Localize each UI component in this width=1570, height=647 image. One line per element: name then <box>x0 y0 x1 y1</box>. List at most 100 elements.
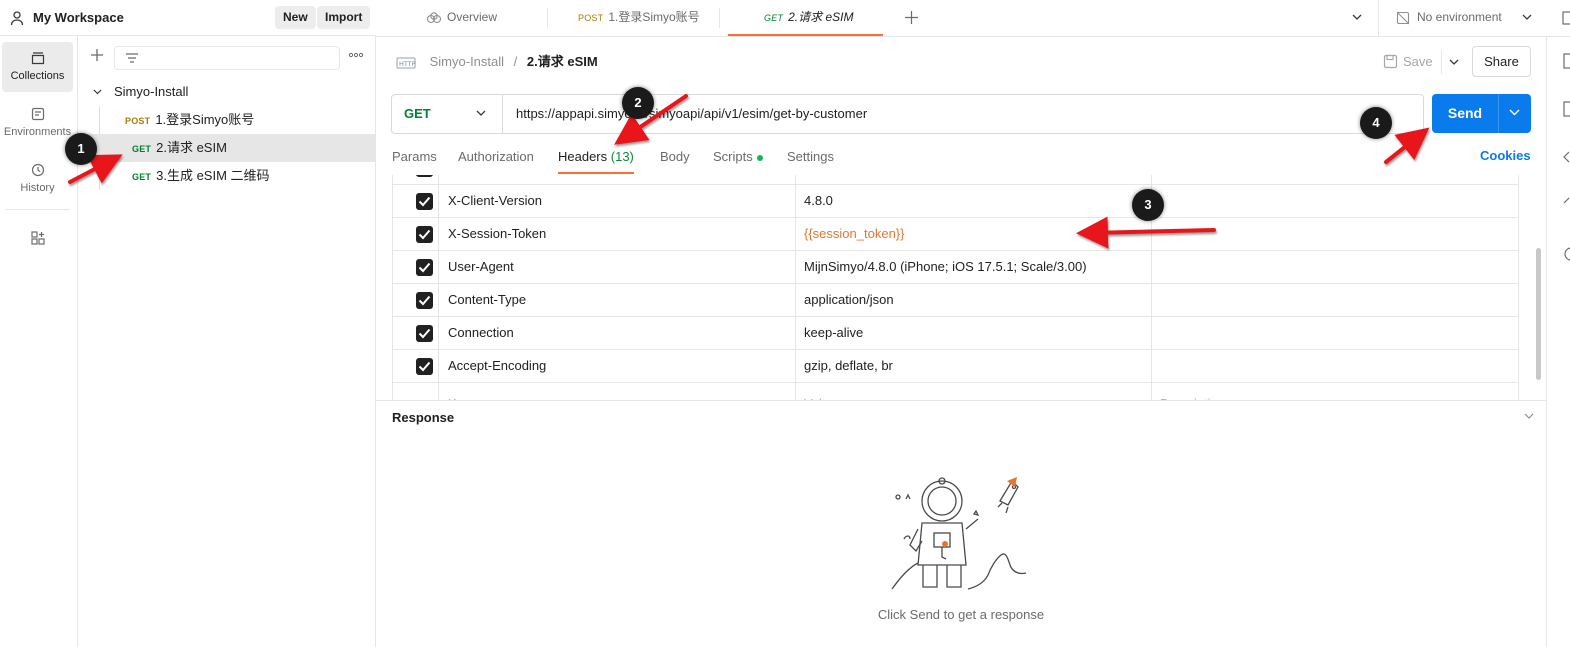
scrollbar[interactable] <box>1536 248 1541 380</box>
save-label: Save <box>1403 54 1433 69</box>
rail-item-environments[interactable]: Environments <box>2 98 73 148</box>
tab-body[interactable]: Body <box>660 148 690 174</box>
no-environment-icon <box>1396 11 1410 25</box>
new-key-input[interactable]: Key <box>448 388 788 400</box>
comments-icon[interactable] <box>1563 101 1570 117</box>
header-value[interactable]: MijnSimyo/4.8.0 (iPhone; iOS 17.5.1; Sca… <box>804 251 1144 283</box>
cookies-link[interactable]: Cookies <box>1480 148 1531 163</box>
header-key[interactable]: X-Client-Version <box>448 185 788 217</box>
right-panel-icon[interactable] <box>1562 11 1570 25</box>
table-row: X-Session-Token {{session_token}} <box>393 218 1518 251</box>
tab-headers[interactable]: Headers (13) <box>558 148 634 174</box>
add-icon[interactable] <box>90 48 104 62</box>
header-enabled-checkbox[interactable] <box>416 325 433 342</box>
new-tab-plus-icon[interactable] <box>905 11 918 24</box>
header-enabled-checkbox[interactable] <box>416 358 433 375</box>
url-input[interactable]: https://appapi.simyo.nl/simyoapi/api/v1/… <box>516 95 867 133</box>
save-options-button[interactable] <box>1441 50 1465 74</box>
url-bar: GET https://appapi.simyo.nl/simyoapi/api… <box>391 94 1424 134</box>
header-key[interactable]: User-Agent <box>448 251 788 283</box>
header-description[interactable] <box>1160 185 1510 217</box>
overview-icon <box>426 12 442 23</box>
workspace-title[interactable]: My Workspace <box>33 10 124 25</box>
tab-request-esim[interactable]: GET 2.请求 eSIM <box>728 0 883 36</box>
chevron-down-icon[interactable] <box>1524 413 1534 420</box>
right-context-bar <box>1546 37 1570 647</box>
request-item[interactable]: POST 1.登录Simyo账号 <box>78 106 376 134</box>
header-value[interactable]: gzip, deflate, br <box>804 350 1144 382</box>
header-value-variable[interactable]: {{session_token}} <box>804 218 1144 250</box>
request-item-selected[interactable]: GET 2.请求 eSIM <box>78 134 376 162</box>
tab-request-login[interactable]: POST 1.登录Simyo账号 <box>578 0 700 36</box>
annotation-arrow-4 <box>1384 127 1430 164</box>
tab-scripts[interactable]: Scripts <box>713 148 763 174</box>
send-button[interactable]: Send <box>1432 94 1531 133</box>
method-select[interactable]: GET <box>392 95 503 133</box>
header-description[interactable] <box>1160 350 1510 382</box>
headers-table: X-Client-Version 4.8.0 X-Session-Token {… <box>392 175 1519 400</box>
tab-params[interactable]: Params <box>392 148 437 174</box>
rail-item-history[interactable]: History <box>2 154 73 204</box>
user-icon <box>10 10 24 25</box>
header-value[interactable]: 4.8.0 <box>804 185 1144 217</box>
header-enabled-checkbox[interactable] <box>416 226 433 243</box>
request-item[interactable]: GET 3.生成 eSIM 二维码 <box>78 162 376 190</box>
new-description-input[interactable]: Description <box>1160 388 1510 400</box>
response-panel: Response Click Send to get a response <box>376 400 1546 647</box>
request-name: 3.生成 eSIM 二维码 <box>156 168 270 183</box>
header-key[interactable]: Connection <box>448 317 788 349</box>
send-label: Send <box>1447 105 1483 121</box>
send-options-chevron-icon[interactable] <box>1509 109 1520 116</box>
tab-settings[interactable]: Settings <box>787 148 834 174</box>
breadcrumb-separator: / <box>513 54 518 69</box>
tab-divider <box>547 8 548 28</box>
chevron-down-icon <box>1522 14 1532 20</box>
history-icon <box>31 163 44 177</box>
page-title[interactable]: 2.请求 eSIM <box>527 54 598 69</box>
header-description[interactable] <box>1160 251 1510 283</box>
more-options-icon[interactable] <box>349 52 363 58</box>
filter-icon <box>126 53 138 63</box>
request-name: 2.请求 eSIM <box>156 140 227 155</box>
code-icon[interactable] <box>1563 151 1570 163</box>
header-key[interactable]: Content-Type <box>448 284 788 316</box>
table-row: Accept-Encoding gzip, deflate, br <box>393 350 1518 383</box>
method-badge: POST <box>125 116 151 126</box>
header-value[interactable]: application/json <box>804 284 1144 316</box>
rail-item-collections[interactable]: Collections <box>2 42 73 92</box>
breadcrumb-parent[interactable]: Simyo-Install <box>430 54 504 69</box>
environment-selector[interactable]: No environment <box>1378 0 1546 36</box>
header-description[interactable] <box>1160 218 1510 250</box>
collection-item[interactable]: Simyo-Install <box>78 78 376 106</box>
share-button[interactable]: Share <box>1472 46 1531 77</box>
tab-overview[interactable]: Overview <box>426 0 497 36</box>
collections-sidebar: Simyo-Install POST 1.登录Simyo账号 GET 2.请求 eS… <box>78 36 376 647</box>
header-key[interactable]: X-Session-Token <box>448 218 788 250</box>
header-description[interactable] <box>1160 284 1510 316</box>
annotation-badge-1: 1 <box>65 133 97 165</box>
tab-label: 1.登录Simyo账号 <box>608 10 700 24</box>
sidebar-toolbar <box>78 44 376 72</box>
new-value-input[interactable]: Value <box>804 388 1144 400</box>
rail-item-configure[interactable] <box>2 222 73 272</box>
info-icon[interactable] <box>1563 197 1570 209</box>
collections-icon <box>31 52 44 65</box>
chevron-down-icon <box>93 89 102 95</box>
tab-authorization[interactable]: Authorization <box>458 148 534 174</box>
header-key[interactable]: Accept-Encoding <box>448 350 788 382</box>
header-enabled-checkbox[interactable] <box>416 292 433 309</box>
header-enabled-checkbox[interactable] <box>416 175 433 177</box>
header-enabled-checkbox[interactable] <box>416 259 433 276</box>
header-description[interactable] <box>1160 317 1510 349</box>
docs-icon[interactable] <box>1563 53 1570 69</box>
rail-divider <box>6 209 70 210</box>
header-value[interactable]: keep-alive <box>804 317 1144 349</box>
new-button[interactable]: New <box>275 6 316 29</box>
annotation-badge-2: 2 <box>622 87 654 119</box>
save-button[interactable]: Save <box>1383 50 1433 74</box>
related-icon[interactable] <box>1563 247 1570 261</box>
tabs-dropdown-chevron-icon[interactable] <box>1352 14 1362 21</box>
import-button[interactable]: Import <box>317 6 371 29</box>
collections-filter-input[interactable] <box>114 46 340 70</box>
header-enabled-checkbox[interactable] <box>416 193 433 210</box>
